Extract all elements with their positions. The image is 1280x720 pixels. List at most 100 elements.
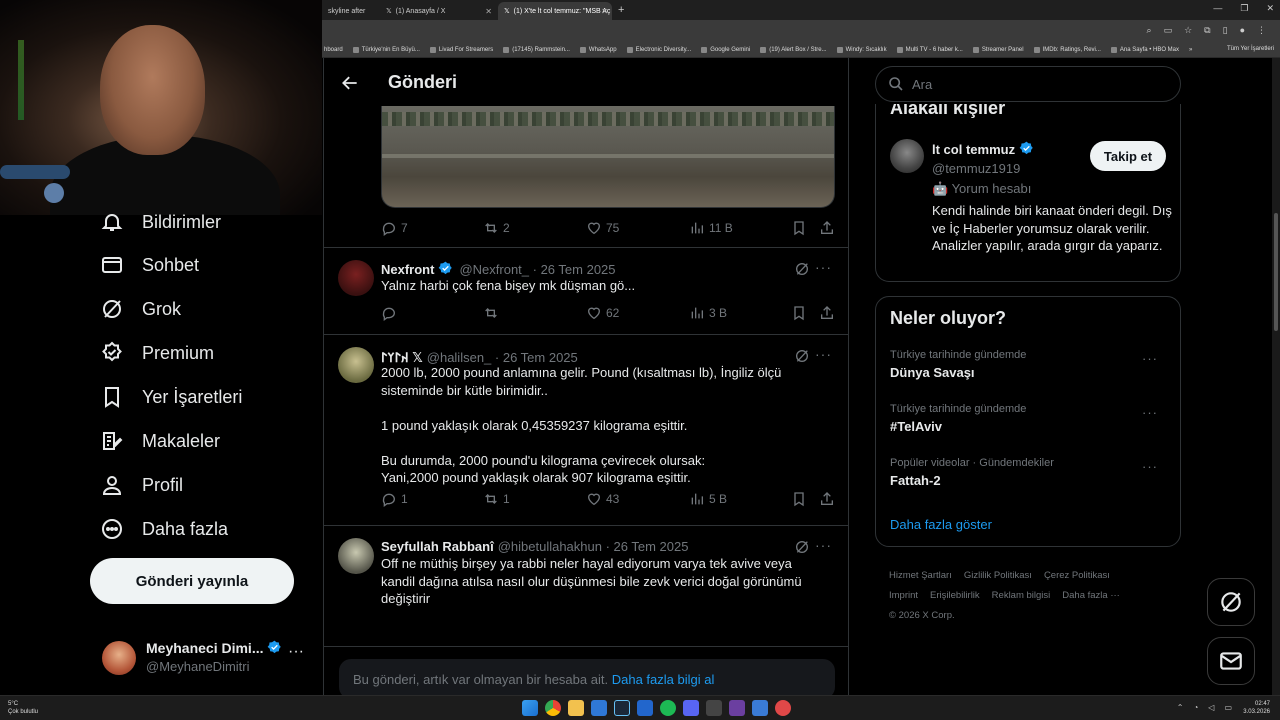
share-button[interactable] — [819, 491, 835, 507]
maximize-icon[interactable]: ❐ — [1240, 3, 1248, 14]
share-button[interactable] — [819, 305, 835, 321]
bookmark-button[interactable] — [791, 220, 807, 236]
spotify-icon[interactable] — [660, 700, 676, 716]
more-icon[interactable]: ··· — [1142, 459, 1158, 474]
bookmark-item[interactable]: (19) Alert Box / Stre... — [760, 46, 827, 53]
show-more-link[interactable]: Daha fazla göster — [890, 517, 992, 532]
tweet-date[interactable]: 26 Tem 2025 — [503, 350, 578, 365]
search-box[interactable] — [875, 66, 1181, 102]
bookmark-item[interactable]: hboard — [324, 47, 343, 53]
related-user-name[interactable]: lt col temmuz — [932, 142, 1015, 157]
footer-link[interactable]: Reklam bilgisi — [992, 590, 1051, 601]
nav-item-profile[interactable]: Profil — [100, 473, 183, 497]
close-window-icon[interactable]: ✕ — [1266, 3, 1274, 14]
cast-icon[interactable]: ▭ — [1164, 25, 1173, 36]
bookmark-button[interactable] — [791, 305, 807, 321]
profile-icon[interactable]: ● — [1240, 25, 1245, 36]
bookmark-item[interactable]: Google Gemini — [701, 46, 750, 53]
sidebar-icon[interactable]: ▯ — [1223, 25, 1228, 36]
like-button[interactable]: 62 — [586, 305, 619, 321]
steam-icon[interactable] — [614, 700, 630, 716]
footer-link[interactable]: Gizlilik Politikası — [964, 570, 1032, 581]
footer-link[interactable]: Hizmet Şartları — [889, 570, 952, 581]
nav-item-notifications[interactable]: Bildirimler — [100, 210, 221, 234]
app-icon[interactable] — [752, 700, 768, 716]
zoom-icon[interactable]: ⌕ — [1147, 25, 1152, 36]
bookmarks-overflow-icon[interactable]: » — [1189, 47, 1192, 53]
avatar[interactable] — [338, 347, 374, 383]
extensions-icon[interactable]: ⧉ — [1204, 25, 1210, 36]
like-button[interactable]: 75 — [586, 220, 619, 236]
minimize-icon[interactable]: — — [1213, 3, 1222, 14]
messages-fab[interactable] — [1207, 637, 1255, 685]
app-icon[interactable] — [591, 700, 607, 716]
post-media-video[interactable] — [381, 106, 835, 208]
browser-tab[interactable]: skyline after — [322, 2, 378, 20]
close-tab-icon[interactable]: ✕ — [485, 7, 492, 16]
share-button[interactable] — [819, 220, 835, 236]
chrome-icon[interactable] — [545, 700, 561, 716]
follow-button[interactable]: Takip et — [1090, 141, 1166, 171]
clock[interactable]: 02:47 3.03.2026 — [1243, 700, 1270, 716]
search-input[interactable] — [912, 76, 1152, 92]
chevron-up-icon[interactable]: ⌃ — [1177, 703, 1184, 712]
footer-link[interactable]: Daha fazla ··· — [1062, 590, 1120, 601]
more-icon[interactable]: ··· — [1142, 351, 1158, 366]
bookmark-item[interactable]: Electronic Diversity... — [626, 46, 691, 53]
nav-item-chat[interactable]: Sohbet — [100, 253, 199, 277]
bookmark-item[interactable]: Türkiye'nin En Büyü... — [352, 46, 420, 53]
tweet-date[interactable]: 26 Tem 2025 — [541, 262, 616, 277]
folder-icon[interactable] — [568, 700, 584, 716]
grok-fab[interactable] — [1207, 578, 1255, 626]
battery-icon[interactable]: ▭ — [1224, 703, 1232, 712]
windows-start-icon[interactable] — [522, 700, 538, 716]
author-name[interactable]: Seyfullah Rabbanî — [381, 539, 494, 554]
more-icon[interactable]: ··· — [288, 643, 304, 661]
grok-explain-icon[interactable] — [794, 348, 810, 364]
like-button[interactable]: 43 — [586, 491, 619, 507]
all-bookmarks-link[interactable]: Tüm Yer İşaretleri — [1227, 46, 1274, 52]
network-icon[interactable]: ◔ — [1193, 703, 1198, 712]
nav-item-grok[interactable]: Grok — [100, 297, 181, 321]
bookmark-item[interactable]: Livad For Streamers — [429, 46, 493, 53]
post-button[interactable]: Gönderi yayınla — [90, 558, 294, 604]
browser-tab-active[interactable]: 𝕏 (1) X'te lt col temmuz: "MSB Aç ✕ — [498, 2, 612, 20]
account-switcher[interactable]: Meyhaneci Dimi... @MeyhaneDimitri ··· — [102, 637, 312, 681]
close-tab-icon[interactable]: ✕ — [601, 7, 608, 16]
menu-icon[interactable]: ⋮ — [1257, 25, 1266, 36]
grok-explain-icon[interactable] — [794, 539, 810, 555]
app-icon[interactable] — [729, 700, 745, 716]
reply-button[interactable] — [381, 305, 401, 321]
views-button[interactable]: 11 B — [689, 220, 733, 236]
bookmark-item[interactable]: (17145) Rammstein... — [503, 46, 570, 53]
app-icon[interactable] — [637, 700, 653, 716]
footer-link[interactable]: Imprint — [889, 590, 918, 601]
learn-more-link[interactable]: Daha fazla bilgi al — [612, 672, 715, 687]
bookmark-item[interactable]: Streamer Panel — [972, 46, 1024, 53]
bookmark-item[interactable]: Windy: Sıcaklık — [836, 46, 887, 53]
repost-button[interactable] — [483, 305, 503, 321]
avatar[interactable] — [338, 538, 374, 574]
bookmark-button[interactable] — [791, 491, 807, 507]
back-arrow-icon[interactable] — [340, 73, 360, 93]
author-name[interactable]: 𐰴𐰃𐰠𐰃 𝕏 — [381, 350, 423, 365]
app-icon[interactable] — [775, 700, 791, 716]
reply-button[interactable]: 1 — [381, 491, 408, 507]
bookmark-item[interactable]: Ana Sayfa • HBO Max — [1110, 46, 1179, 53]
more-icon[interactable]: ··· — [815, 346, 832, 362]
footer-link[interactable]: Erişilebilirlik — [930, 590, 980, 601]
more-icon[interactable]: ··· — [815, 259, 832, 275]
browser-tab[interactable]: 𝕏 (1) Anasayfa / X ✕ — [380, 2, 496, 20]
trend-item[interactable]: Türkiye tarihinde gündemde Dünya Savaşı ··… — [890, 349, 1166, 380]
nav-item-more[interactable]: Daha fazla — [100, 517, 228, 541]
repost-button[interactable]: 1 — [483, 491, 510, 507]
star-icon[interactable]: ☆ — [1184, 25, 1192, 36]
bookmark-item[interactable]: WhatsApp — [579, 46, 617, 53]
nav-item-bookmarks[interactable]: Yer İşaretleri — [100, 385, 242, 409]
bookmark-item[interactable]: Multi TV - 6 haber k... — [896, 46, 963, 53]
weather-widget[interactable]: 5°C Çok bulutlu — [8, 700, 38, 716]
tweet-date[interactable]: 26 Tem 2025 — [614, 539, 689, 554]
avatar[interactable] — [338, 260, 374, 296]
app-icon[interactable] — [706, 700, 722, 716]
more-icon[interactable]: ··· — [815, 537, 832, 553]
